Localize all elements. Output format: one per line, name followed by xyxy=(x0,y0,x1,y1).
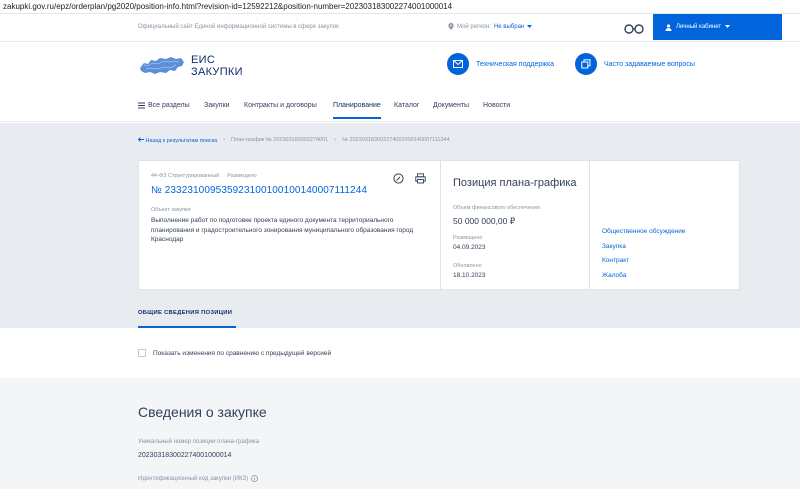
link-contract[interactable]: Контракт xyxy=(602,257,629,264)
region-value[interactable]: Не выбран xyxy=(494,24,524,30)
updated-date: 18.10.2023 xyxy=(453,272,486,279)
related-links-block: Общественное обсуждение Закупка Контракт… xyxy=(590,161,739,289)
region-label: Мой регион: xyxy=(457,23,491,30)
region-selector[interactable]: Мой регион: Не выбран xyxy=(448,23,533,30)
chevron-down-icon xyxy=(527,24,533,28)
updated-label: Обновлено xyxy=(453,263,482,269)
tech-support-label: Техническая поддержка xyxy=(476,60,555,68)
nav-item-zakupki[interactable]: Закупки xyxy=(204,102,230,109)
logo-text-zakupki: ЗАКУПКИ xyxy=(191,66,243,78)
details-section-title: Сведения о закупке xyxy=(138,404,267,420)
info-icon[interactable] xyxy=(251,475,259,482)
plan-position-title: Позиция плана-графика xyxy=(453,177,577,189)
site-header: ЕИС ЗАКУПКИ Техническая поддержка Часто … xyxy=(0,42,800,92)
tab-general-info[interactable]: ОБЩИЕ СВЕДЕНИЯ ПОЗИЦИИ xyxy=(138,310,232,316)
russia-map-logo-icon xyxy=(140,57,184,74)
link-complaint[interactable]: Жалоба xyxy=(602,272,626,279)
eis-logo[interactable]: ЕИС ЗАКУПКИ xyxy=(138,54,243,78)
published-label: Размещено xyxy=(453,235,483,241)
ikz-label: Идентификационный код закупки (ИКЗ) xyxy=(138,475,249,482)
nav-item-planning[interactable]: Планирование xyxy=(333,102,381,119)
nav-item-documents[interactable]: Документы xyxy=(433,102,469,109)
tech-support-link[interactable]: Техническая поддержка xyxy=(447,53,554,75)
back-to-results-label: Назад к результатам поиска xyxy=(145,138,218,144)
logo-text-eis: ЕИС xyxy=(191,54,216,66)
personal-cabinet-button[interactable]: Личный кабинет xyxy=(653,14,782,40)
nav-all-sections[interactable]: Все разделы xyxy=(138,102,190,109)
details-background xyxy=(0,378,800,489)
faq-link[interactable]: Часто задаваемые вопросы xyxy=(575,53,695,75)
arrow-left-icon xyxy=(137,137,144,142)
nav-all-sections-label: Все разделы xyxy=(148,102,190,109)
law-tag: 44-ФЗ Структурированный xyxy=(151,173,220,179)
active-tab-indicator xyxy=(138,326,236,328)
object-description: Выполнение работ по подготовке проекта е… xyxy=(151,217,414,244)
personal-cabinet-label: Личный кабинет xyxy=(676,24,722,30)
breadcrumb-plan-link[interactable]: План-график № 202303183002274001 xyxy=(231,137,328,144)
unique-number-label: Уникальный номер позиции плана-графика xyxy=(138,439,260,445)
accessibility-glasses-icon[interactable] xyxy=(622,20,646,36)
edit-circle-icon[interactable] xyxy=(393,173,404,184)
official-site-text: Официальный сайт Единой информационной с… xyxy=(138,24,339,30)
back-to-results-link[interactable]: Назад к результатам поиска xyxy=(137,137,218,144)
compare-checkbox[interactable] xyxy=(138,349,146,357)
compare-versions-toggle[interactable]: Показать изменения по сравнению с предыд… xyxy=(138,349,331,357)
link-public-discussion[interactable]: Общественное обсуждение xyxy=(602,228,686,235)
main-nav: Все разделы Закупки Контракты и договоры… xyxy=(0,92,800,122)
faq-label: Часто задаваемые вопросы xyxy=(604,60,695,68)
location-pin-icon xyxy=(448,23,454,30)
status-tag: Размещено xyxy=(227,173,257,179)
browser-address-bar[interactable]: zakupki.gov.ru/epz/orderplan/pg2020/posi… xyxy=(0,0,800,14)
unique-number-value: 202303183002274001000014 xyxy=(138,452,232,459)
mail-icon xyxy=(447,53,469,75)
compare-label: Показать изменения по сравнению с предыд… xyxy=(153,349,332,357)
nav-item-contracts[interactable]: Контракты и договоры xyxy=(244,102,317,109)
breadcrumb-current: № 202303183002274001000140007111244 xyxy=(342,137,450,143)
breadcrumb-separator: › xyxy=(334,137,337,143)
position-main-block: 44-ФЗ Структурированный Размещено № 2332… xyxy=(139,161,441,289)
plan-info-block: Позиция плана-графика Объем финансового … xyxy=(441,161,590,289)
funding-label: Объем финансового обеспечения xyxy=(453,205,540,211)
position-card: 44-ФЗ Структурированный Размещено № 2332… xyxy=(138,160,740,290)
copy-docs-icon xyxy=(575,53,597,75)
ikz-field-label: Идентификационный код закупки (ИКЗ) xyxy=(138,475,259,482)
object-label: Объект закупки xyxy=(151,207,191,213)
nav-item-news[interactable]: Новости xyxy=(483,102,510,109)
print-icon[interactable] xyxy=(415,173,426,184)
position-number[interactable]: № 233231009535923100100100140007111244 xyxy=(151,185,367,196)
funding-value: 50 000 000,00 ₽ xyxy=(453,216,516,226)
link-purchase[interactable]: Закупка xyxy=(602,243,626,250)
nav-item-catalog[interactable]: Каталог xyxy=(394,102,419,109)
chevron-down-icon xyxy=(725,25,731,28)
breadcrumb: Назад к результатам поиска › План-график… xyxy=(137,137,450,144)
menu-icon xyxy=(138,102,145,109)
user-icon xyxy=(665,23,672,31)
breadcrumb-separator: › xyxy=(223,137,225,143)
published-date: 04.09.2023 xyxy=(453,244,486,251)
